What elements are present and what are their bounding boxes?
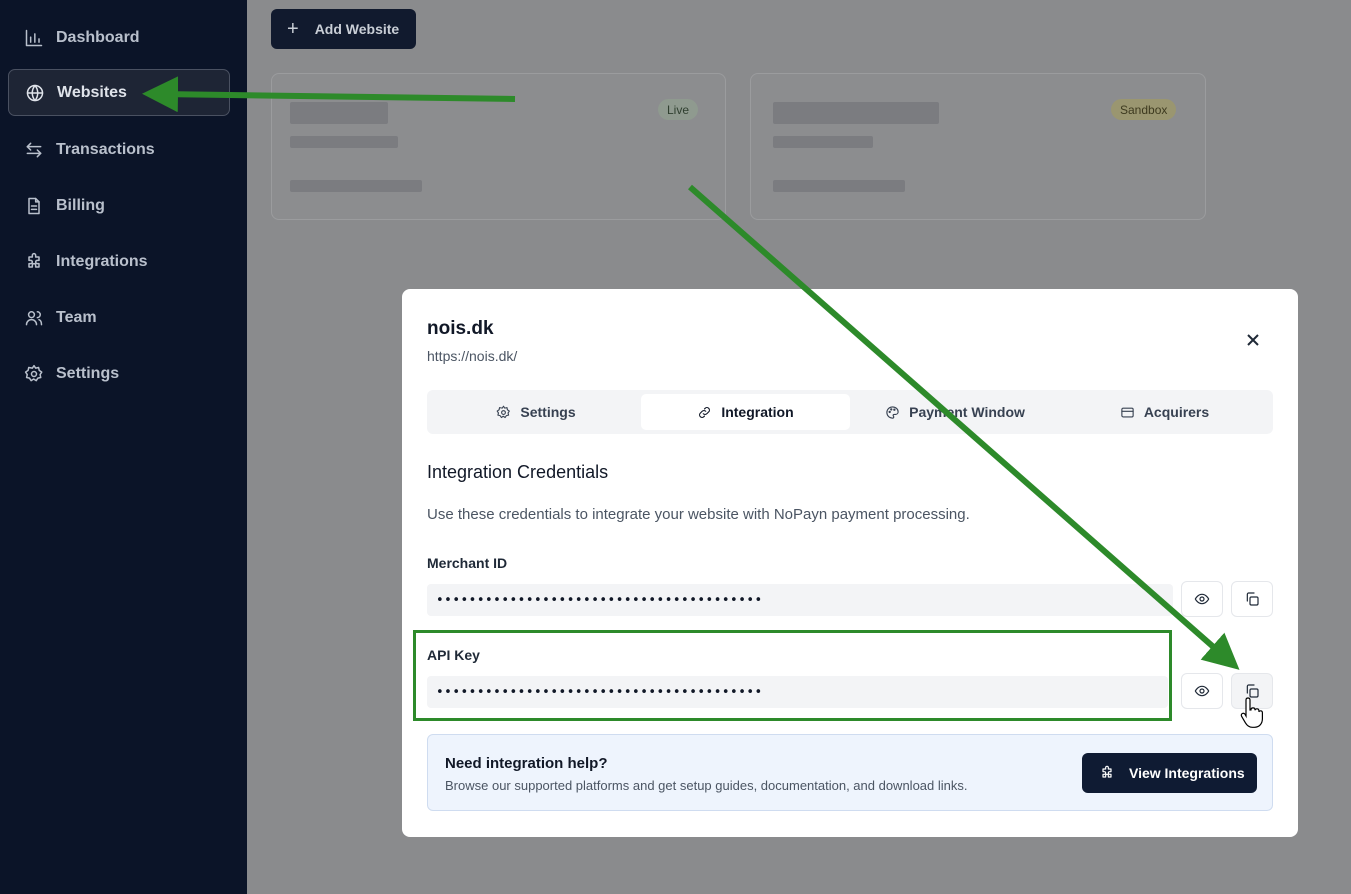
globe-icon (25, 83, 45, 103)
tab-acquirers[interactable]: Acquirers (1060, 394, 1269, 430)
link-icon (699, 406, 711, 418)
eye-icon (1194, 685, 1210, 697)
modal-title: nois.dk (427, 318, 494, 339)
bar-chart-icon (24, 28, 44, 48)
modal-url: https://nois.dk/ (427, 348, 518, 364)
sidebar-item-transactions[interactable]: Transactions (8, 126, 230, 173)
add-website-button[interactable]: + Add Website (271, 9, 416, 49)
view-integrations-button[interactable]: View Integrations (1082, 753, 1257, 793)
eye-icon (1194, 593, 1210, 605)
sidebar-item-label: Transactions (56, 140, 155, 158)
arrows-icon (24, 140, 44, 160)
redacted-site-url (773, 136, 873, 148)
status-badge: Sandbox (1111, 99, 1177, 120)
integration-help-box: Need integration help? Browse our suppor… (427, 734, 1273, 811)
website-card-live[interactable]: Live (271, 73, 726, 220)
sidebar-item-team[interactable]: Team (8, 294, 230, 341)
merchant-id-copy-button[interactable] (1231, 581, 1273, 617)
sidebar-item-settings[interactable]: Settings (8, 350, 230, 397)
gear-icon (497, 405, 511, 418)
sidebar: Dashboard Websites Transactions Billing … (0, 0, 247, 894)
tab-payment-window[interactable]: Payment Window (850, 394, 1060, 430)
sidebar-item-label: Billing (56, 196, 105, 214)
sidebar-item-integrations[interactable]: Integrations (8, 238, 230, 285)
sidebar-item-label: Settings (56, 364, 120, 382)
tab-settings[interactable]: Settings (431, 394, 641, 430)
sidebar-item-label: Integrations (56, 252, 148, 270)
merchant-id-label: Merchant ID (427, 555, 508, 571)
help-title: Need integration help? (445, 755, 608, 772)
redacted-site-meta (773, 180, 905, 192)
merchant-id-field[interactable]: •••••••••••••••••••••••••••••••••••••••• (427, 584, 1173, 616)
tab-integration[interactable]: Integration (641, 394, 850, 430)
sidebar-item-label: Websites (57, 83, 127, 101)
merchant-id-reveal-button[interactable] (1181, 581, 1223, 617)
help-description: Browse our supported platforms and get s… (445, 778, 968, 793)
status-badge: Live (658, 99, 699, 120)
sidebar-item-label: Team (56, 308, 97, 326)
card-icon (1121, 407, 1134, 417)
website-card-sandbox[interactable]: Sandbox (750, 73, 1206, 220)
palette-icon (886, 405, 899, 419)
plus-icon: + (287, 18, 299, 40)
redacted-site-name (290, 102, 388, 124)
close-icon (1247, 334, 1259, 346)
sidebar-item-dashboard[interactable]: Dashboard (8, 14, 230, 61)
gear-icon (24, 364, 44, 384)
redacted-site-meta (290, 180, 422, 192)
section-description: Use these credentials to integrate your … (427, 506, 970, 523)
sidebar-item-websites[interactable]: Websites (8, 69, 230, 116)
hand-cursor-icon (1240, 697, 1263, 728)
website-modal: nois.dk https://nois.dk/ Settings Integr… (402, 289, 1298, 837)
puzzle-icon (24, 252, 44, 272)
api-key-highlight-box (413, 630, 1172, 721)
users-icon (24, 308, 44, 328)
puzzle-icon (1102, 765, 1112, 778)
redacted-site-url (290, 136, 398, 148)
redacted-site-name (773, 102, 939, 124)
copy-icon (1246, 592, 1259, 606)
api-key-reveal-button[interactable] (1181, 673, 1223, 709)
sidebar-item-billing[interactable]: Billing (8, 182, 230, 229)
tab-bar: Settings Integration Payment Window Acqu… (427, 390, 1273, 434)
close-button[interactable] (1242, 329, 1264, 351)
sidebar-item-label: Dashboard (56, 28, 140, 46)
section-title: Integration Credentials (427, 462, 609, 482)
document-icon (24, 196, 44, 216)
